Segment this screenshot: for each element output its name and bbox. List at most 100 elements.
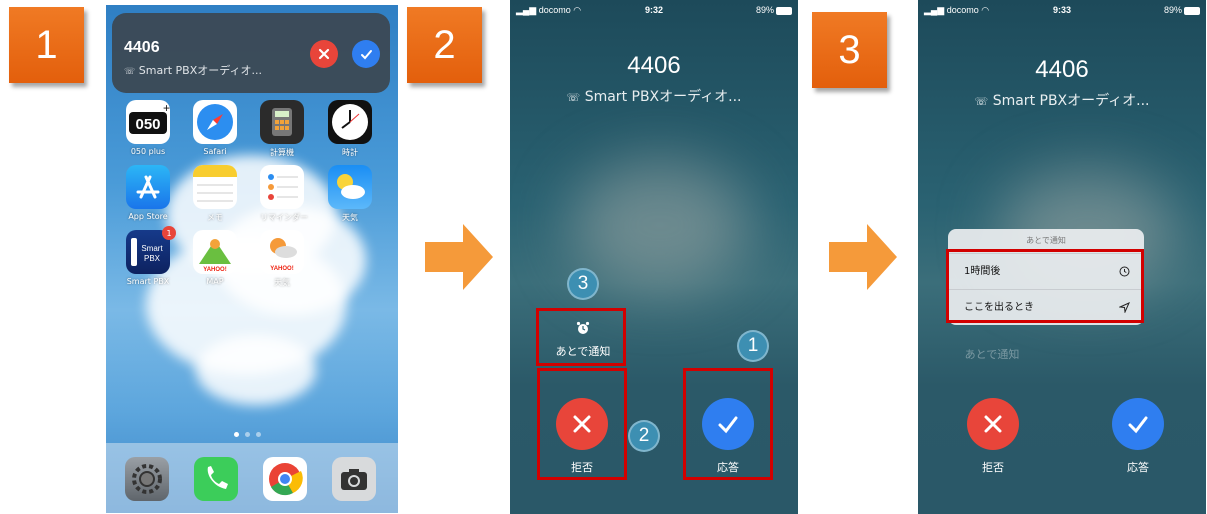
step-2-label: 2 [433, 22, 456, 67]
caller-info: 4406 ☏ Smart PBXオーディオ... [510, 52, 798, 106]
decline-call-button[interactable]: 拒否 [963, 398, 1023, 475]
caller-info: 4406 ☏ Smart PBXオーディオ... [918, 56, 1206, 110]
status-time: 9:33 [1052, 5, 1071, 15]
status-bar: ▂▄▆ docomo ◠ 9:32 89% [510, 0, 798, 18]
chrome-icon[interactable] [263, 457, 307, 501]
app-label: 天気 [274, 278, 290, 287]
weather-icon [328, 165, 372, 209]
check-icon [1128, 416, 1148, 434]
app-label: App Store [128, 212, 168, 221]
app-label: メモ [207, 213, 223, 222]
accept-label: 応答 [1127, 461, 1149, 474]
phone-icon[interactable] [194, 457, 238, 501]
notification-badge: 1 [162, 226, 176, 240]
app-label: MAP [206, 277, 224, 286]
home-screen: 4406 ☏ Smart PBXオーディオ... 050 + 050 plus S… [106, 5, 398, 513]
decline-label: 拒否 [571, 461, 593, 474]
step-marker-3: 3 [567, 268, 599, 300]
remind-later-button-dimmed: あとで通知 [952, 337, 1032, 362]
notes-icon [193, 165, 237, 209]
accept-button[interactable] [352, 40, 380, 68]
check-icon [360, 49, 372, 59]
calculator-icon [260, 100, 304, 144]
alarm-icon [576, 321, 590, 334]
safari-icon [193, 100, 237, 144]
decline-circle[interactable] [967, 398, 1019, 450]
app-logo-icon: ☏ [566, 91, 581, 104]
app-app-store[interactable]: App Store [126, 165, 170, 221]
app-label: リマインダー [260, 213, 308, 222]
step-1-badge: 1 [9, 7, 84, 83]
close-icon [984, 415, 1002, 433]
svg-text:050: 050 [135, 116, 160, 133]
incoming-call-screen: ▂▄▆ docomo ◠ 9:32 89% 4406 ☏ Smart PBXオー… [510, 0, 798, 514]
clock-icon [328, 100, 372, 144]
app-logo-icon: ☏ [124, 67, 136, 77]
decline-call-button[interactable]: 拒否 [552, 398, 612, 475]
highlight-menu [946, 249, 1144, 323]
caller-number: 4406 [627, 52, 681, 79]
svg-text:PBX: PBX [144, 254, 161, 263]
battery-indicator: 89% [756, 5, 792, 15]
arrow-right-icon [829, 224, 897, 290]
050plus-icon: 050 + [126, 100, 170, 144]
close-icon [318, 48, 330, 60]
remind-later-label: あとで通知 [964, 348, 1020, 361]
reminders-icon [260, 165, 304, 209]
caller-app-label: Smart PBXオーディオ... [138, 64, 262, 77]
settings-icon[interactable] [125, 457, 169, 501]
caller-number: 4406 [1035, 56, 1089, 83]
decline-label: 拒否 [982, 461, 1004, 474]
close-icon [573, 415, 591, 433]
accept-circle[interactable] [1112, 398, 1164, 450]
app-notes[interactable]: メモ [193, 165, 237, 223]
step-2-badge: 2 [407, 7, 482, 83]
svg-text:Smart: Smart [141, 244, 163, 253]
tutorial-stage: 1 2 3 4406 ☏ Smart PBXオーディオ... 050 + 050… [0, 0, 1207, 514]
check-icon [718, 416, 738, 434]
svg-text:YAHOO!: YAHOO! [203, 267, 226, 273]
incoming-call-banner[interactable]: 4406 ☏ Smart PBXオーディオ... [112, 13, 390, 93]
step-marker-2: 2 [628, 420, 660, 452]
decline-button[interactable] [310, 40, 338, 68]
accept-circle[interactable] [702, 398, 754, 450]
status-time: 9:32 [644, 5, 663, 15]
status-bar: ▂▄▆ docomo ◠ 9:33 89% [918, 0, 1206, 18]
app-050plus[interactable]: 050 + 050 plus [126, 100, 170, 156]
app-label: Safari [203, 147, 227, 156]
step-marker-1: 1 [737, 330, 769, 362]
app-smart-pbx[interactable]: Smart PBX 1 Smart PBX [126, 226, 176, 286]
caller-number: 4406 [124, 39, 160, 56]
svg-text:YAHOO!: YAHOO! [270, 266, 293, 272]
app-label: 050 plus [130, 147, 166, 156]
yahoo-weather-icon: YAHOO! [260, 230, 304, 274]
app-weather[interactable]: 天気 [328, 165, 372, 223]
app-logo-icon: ☏ [974, 95, 989, 108]
decline-circle[interactable] [556, 398, 608, 450]
remind-later-screen: ▂▄▆ docomo ◠ 9:33 89% 4406 ☏ Smart PBXオー… [918, 0, 1206, 514]
caller-app-name: ☏ Smart PBXオーディオ... [974, 93, 1150, 109]
app-calculator[interactable]: 計算機 [260, 100, 304, 158]
caller-app-name: ☏ Smart PBXオーディオ... [124, 62, 262, 78]
accept-label: 応答 [717, 461, 739, 474]
dock [106, 443, 398, 513]
yahoo-map-icon: YAHOO! [193, 230, 237, 274]
app-store-icon [126, 165, 170, 209]
app-reminders[interactable]: リマインダー [260, 165, 308, 223]
battery-indicator: 89% [1164, 5, 1200, 15]
app-yahoo-weather[interactable]: YAHOO! 天気 [260, 230, 304, 288]
app-yahoo-map[interactable]: YAHOO! MAP [193, 230, 237, 286]
camera-icon[interactable] [332, 457, 376, 501]
page-indicator[interactable] [234, 432, 261, 437]
app-clock[interactable]: 時計 [328, 100, 372, 158]
accept-call-button[interactable]: 応答 [1108, 398, 1168, 475]
app-label: Smart PBX [126, 277, 170, 286]
app-label: 時計 [342, 148, 358, 157]
remind-later-button[interactable]: あとで通知 [550, 320, 616, 359]
accept-call-button[interactable]: 応答 [698, 398, 758, 475]
arrow-right-icon [425, 224, 493, 290]
app-label: 計算機 [270, 148, 294, 157]
remind-later-label: あとで通知 [555, 345, 611, 358]
step-3-label: 3 [838, 27, 861, 72]
app-safari[interactable]: Safari [193, 100, 237, 156]
